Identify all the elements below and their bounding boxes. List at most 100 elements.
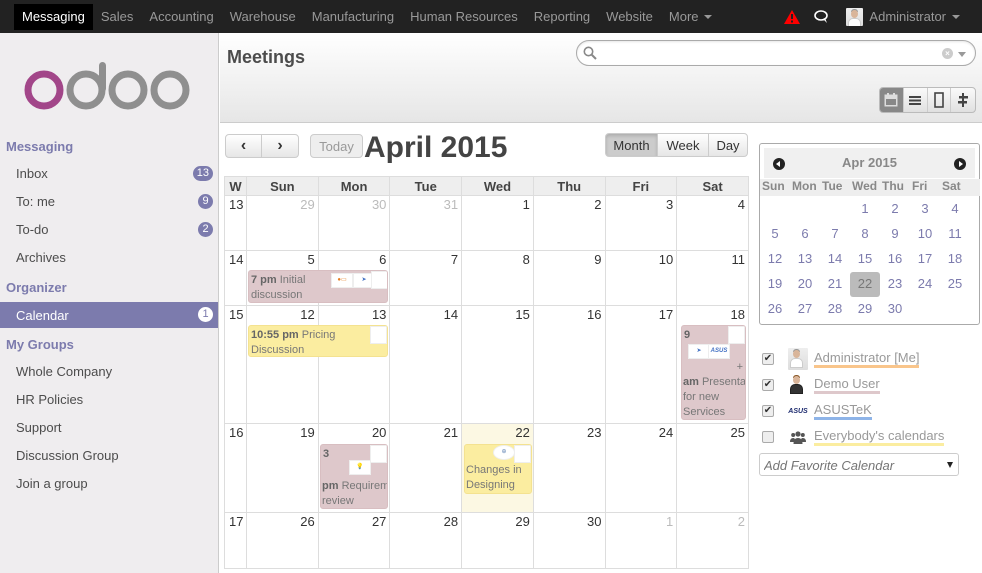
day-cell[interactable]: 11: [676, 250, 749, 306]
filter-checkbox[interactable]: ✔: [762, 353, 774, 365]
day-cell[interactable]: 12: [246, 305, 319, 424]
mini-day[interactable]: 14: [820, 247, 850, 272]
sidebar-item-discussion-group[interactable]: Discussion Group: [0, 443, 218, 468]
list-view-button[interactable]: [904, 88, 928, 112]
day-cell[interactable]: 23: [532, 423, 606, 513]
mini-day[interactable]: 11: [940, 222, 970, 247]
day-cell[interactable]: 29: [461, 512, 534, 569]
day-cell[interactable]: 2: [532, 195, 606, 251]
previous-button[interactable]: ‹: [225, 134, 262, 158]
chat-icon[interactable]: [814, 9, 830, 24]
sidebar-item-to-me[interactable]: To: me 9: [0, 189, 218, 214]
mini-day[interactable]: 20: [790, 272, 820, 297]
filter-demo-user[interactable]: ✔ Demo User: [762, 372, 977, 398]
app-messaging[interactable]: Messaging: [14, 3, 93, 30]
sidebar-item-to-do[interactable]: To-do 2: [0, 217, 218, 242]
sidebar-item-support[interactable]: Support: [0, 415, 218, 440]
mini-day[interactable]: 18: [940, 247, 970, 272]
calendar-event[interactable]: 3 💡 pm Requirem review: [320, 444, 388, 509]
day-cell[interactable]: 9: [532, 250, 606, 306]
day-cell[interactable]: 16: [532, 305, 606, 424]
filter-checkbox[interactable]: ✔: [762, 405, 774, 417]
week-view-button[interactable]: Week: [657, 133, 709, 157]
day-cell[interactable]: 7: [389, 250, 463, 306]
day-cell[interactable]: 2: [676, 512, 749, 569]
sidebar-item-calendar[interactable]: Calendar 1: [0, 302, 218, 328]
mini-day[interactable]: 23: [880, 272, 910, 297]
mini-day[interactable]: 1: [850, 197, 880, 222]
form-view-button[interactable]: [928, 88, 952, 112]
filter-asustek[interactable]: ✔ ASUS ASUSTeK: [762, 398, 977, 424]
add-favorite-calendar-input[interactable]: [764, 456, 939, 474]
day-cell[interactable]: 25: [676, 423, 749, 513]
search-options-dropdown-icon[interactable]: [958, 52, 966, 57]
mini-day[interactable]: 15: [850, 247, 880, 272]
calendar-event[interactable]: 7 pm Initial discussion ●▭ ➤: [248, 270, 388, 303]
odoo-logo[interactable]: [22, 59, 192, 119]
mini-day[interactable]: 4: [940, 197, 970, 222]
day-cell[interactable]: 31: [389, 195, 463, 251]
app-accounting[interactable]: Accounting: [141, 4, 221, 30]
mini-day[interactable]: 5: [760, 222, 790, 247]
calendar-view-button[interactable]: [880, 88, 904, 112]
day-cell[interactable]: 4: [676, 195, 749, 251]
day-cell[interactable]: 13: [317, 305, 391, 424]
day-cell[interactable]: 30: [317, 195, 391, 251]
mini-day[interactable]: 24: [910, 272, 940, 297]
day-cell[interactable]: 15: [461, 305, 534, 424]
calendar-event[interactable]: 9 ➤ ASUS + am Presenta for new Services: [681, 325, 746, 420]
mini-day[interactable]: 7: [820, 222, 850, 247]
sidebar-item-hr-policies[interactable]: HR Policies: [0, 387, 218, 412]
day-cell[interactable]: 14: [389, 305, 463, 424]
month-view-button[interactable]: Month: [605, 133, 658, 157]
mini-day[interactable]: 27: [790, 297, 820, 322]
mini-day[interactable]: 26: [760, 297, 790, 322]
calendar-event[interactable]: 10:55 pm Pricing Discussion: [248, 325, 388, 357]
day-cell[interactable]: 26: [246, 512, 319, 569]
day-cell[interactable]: 24: [604, 423, 678, 513]
dropdown-arrow-icon[interactable]: [947, 462, 953, 468]
day-cell[interactable]: 1: [461, 195, 534, 251]
sidebar-item-whole-company[interactable]: Whole Company: [0, 359, 218, 384]
mini-day[interactable]: 13: [790, 247, 820, 272]
mini-day[interactable]: 28: [820, 297, 850, 322]
day-cell[interactable]: 27: [317, 512, 391, 569]
day-cell[interactable]: 21: [389, 423, 463, 513]
day-cell[interactable]: 10: [604, 250, 678, 306]
mini-day[interactable]: 9: [880, 222, 910, 247]
gantt-view-button[interactable]: [951, 88, 975, 112]
mini-day[interactable]: 16: [880, 247, 910, 272]
mini-day[interactable]: 3: [910, 197, 940, 222]
add-favorite-calendar[interactable]: [759, 453, 959, 476]
filter-everybody[interactable]: Everybody's calendars: [762, 424, 977, 450]
app-reporting[interactable]: Reporting: [526, 4, 598, 30]
mini-prev-month-icon[interactable]: [773, 158, 785, 170]
mini-day[interactable]: 8: [850, 222, 880, 247]
mini-day[interactable]: 22: [850, 272, 880, 297]
day-cell[interactable]: 28: [389, 512, 463, 569]
filter-checkbox[interactable]: ✔: [762, 379, 774, 391]
mini-next-month-icon[interactable]: [954, 158, 966, 170]
sidebar-item-archives[interactable]: Archives: [0, 245, 218, 270]
mini-day[interactable]: 19: [760, 272, 790, 297]
search-input[interactable]: [601, 44, 931, 62]
filter-administrator[interactable]: ✔ Administrator [Me]: [762, 346, 977, 372]
calendar-event[interactable]: ⊕ Changes in Designing: [464, 444, 532, 494]
user-menu[interactable]: Administrator: [846, 7, 960, 26]
mini-day[interactable]: 12: [760, 247, 790, 272]
mini-day[interactable]: 2: [880, 197, 910, 222]
day-view-button[interactable]: Day: [708, 133, 748, 157]
app-human-resources[interactable]: Human Resources: [402, 4, 526, 30]
mini-day[interactable]: 29: [850, 297, 880, 322]
day-cell[interactable]: 17: [604, 305, 678, 424]
app-website[interactable]: Website: [598, 4, 661, 30]
day-cell[interactable]: 3: [604, 195, 678, 251]
app-sales[interactable]: Sales: [93, 4, 142, 30]
mini-day[interactable]: 17: [910, 247, 940, 272]
clear-search-icon[interactable]: ×: [942, 48, 953, 59]
day-cell[interactable]: 8: [461, 250, 534, 306]
app-more[interactable]: More: [661, 4, 720, 30]
app-warehouse[interactable]: Warehouse: [222, 4, 304, 30]
day-cell[interactable]: 19: [246, 423, 319, 513]
search-box[interactable]: ×: [576, 40, 976, 66]
